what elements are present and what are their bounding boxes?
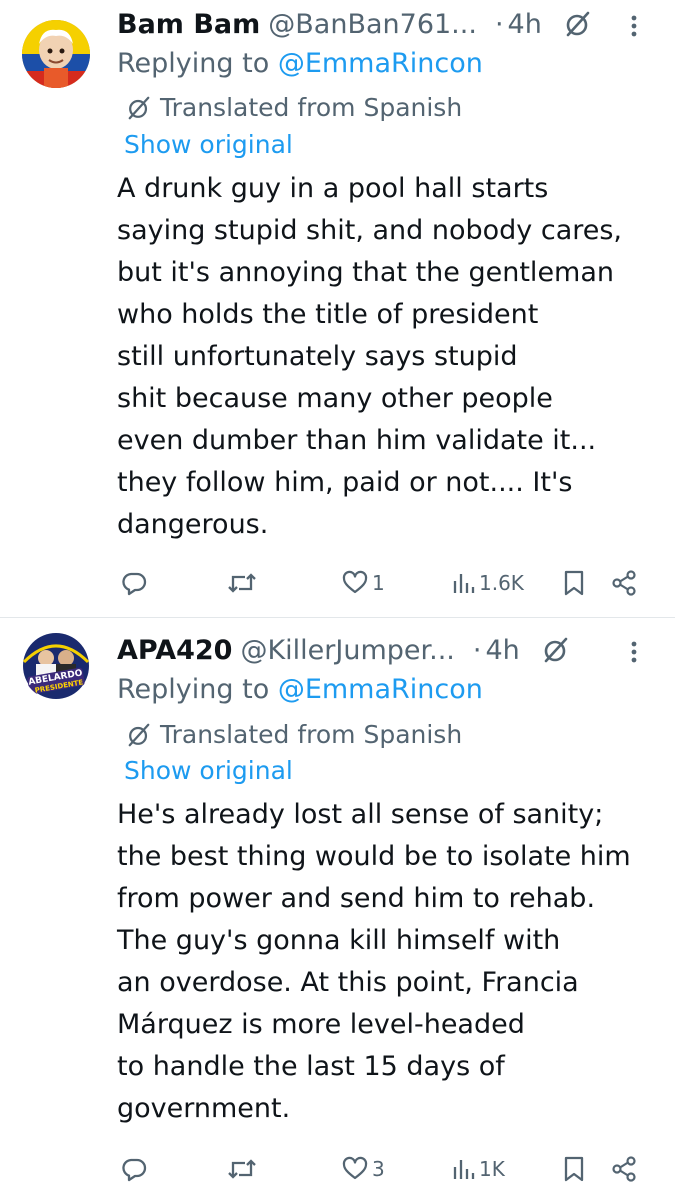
views-button[interactable]: 1K [452, 1149, 505, 1189]
translated-notice: Translated from Spanish [126, 93, 462, 122]
reply-button[interactable] [120, 1149, 148, 1189]
share-button[interactable] [610, 563, 638, 603]
grok-icon[interactable] [564, 10, 592, 38]
replying-prefix: Replying to [117, 674, 278, 705]
bookmark-button[interactable] [562, 1149, 586, 1189]
reply-icon [122, 572, 147, 596]
retweet-icon [228, 1159, 256, 1179]
retweet-icon [228, 573, 256, 593]
like-count: 3 [372, 1157, 385, 1181]
tweet-text-line: still unfortunately says stupid [117, 341, 518, 372]
timestamp[interactable]: 4h [508, 9, 542, 40]
tweet-header: Bam Bam @BanBan761... · 4h [117, 2, 592, 46]
separator-dot: · [494, 8, 504, 40]
tweet-text-line: shit because many other people [117, 383, 553, 414]
reply-icon [122, 1158, 147, 1182]
avatar[interactable]: ABELARDO PRESIDENTE [22, 632, 90, 700]
display-name[interactable]: APA420 [117, 635, 232, 666]
grok-icon[interactable] [542, 636, 570, 664]
reply-tweet[interactable]: ABELARDO PRESIDENTE APA420 @KillerJumper… [0, 618, 675, 1199]
tweet-text-line: A drunk guy in a pool hall starts [117, 173, 549, 204]
translated-label: Translated from Spanish [160, 720, 463, 749]
like-icon [342, 1156, 368, 1180]
retweet-button[interactable] [226, 563, 258, 603]
bookmark-button[interactable] [562, 563, 586, 603]
tweet-text-line: from power and send him to rehab. [117, 883, 596, 914]
action-bar: 1 1.6K [0, 563, 675, 603]
replying-to: Replying to @EmmaRincon [117, 674, 483, 705]
tweet-text-line: they follow him, paid or not.... It's [117, 467, 573, 498]
like-icon [342, 570, 368, 594]
tweet-text-line: the best thing would be to isolate him [117, 841, 631, 872]
tweet-text-line: He's already lost all sense of sanity; [117, 799, 604, 830]
tweet-text-line: but it's annoying that the gentleman [117, 257, 615, 288]
tweet-text-line: saying stupid shit, and nobody cares, [117, 215, 623, 246]
mention-link[interactable]: @EmmaRincon [278, 48, 483, 79]
reply-button[interactable] [120, 563, 148, 603]
retweet-button[interactable] [226, 1149, 258, 1189]
translated-notice: Translated from Spanish [126, 720, 462, 749]
action-bar: 3 1K [0, 1149, 675, 1189]
avatar[interactable] [22, 20, 90, 88]
user-handle[interactable]: @KillerJumper... [240, 635, 454, 666]
views-icon [453, 574, 475, 593]
bookmark-icon [564, 1156, 584, 1182]
view-count: 1.6K [479, 571, 524, 595]
show-original-link[interactable]: Show original [124, 756, 293, 785]
tweet-text-line: The guy's gonna kill himself with [117, 925, 561, 956]
more-icon[interactable] [624, 6, 644, 46]
show-original-link[interactable]: Show original [124, 130, 293, 159]
translate-icon [128, 96, 150, 119]
tweet-text-line: who holds the title of president [117, 299, 539, 330]
tweet-text: A drunk guy in a pool hall starts saying… [117, 168, 662, 546]
views-icon [453, 1160, 475, 1179]
translated-label: Translated from Spanish [160, 93, 463, 122]
share-button[interactable] [610, 1149, 638, 1189]
timestamp[interactable]: 4h [485, 635, 519, 666]
views-button[interactable]: 1.6K [452, 563, 524, 603]
replying-prefix: Replying to [117, 48, 278, 79]
tweet-text-line: government. [117, 1093, 291, 1124]
mention-link[interactable]: @EmmaRincon [278, 674, 483, 705]
tweet-text-line: Márquez is more level-headed [117, 1009, 525, 1040]
like-count: 1 [372, 571, 385, 595]
tweet-text-line: to handle the last 15 days of [117, 1051, 505, 1082]
like-button[interactable]: 3 [341, 1149, 385, 1189]
tweet-header: APA420 @KillerJumper... · 4h [117, 628, 570, 672]
replying-to: Replying to @EmmaRincon [117, 48, 483, 79]
display-name[interactable]: Bam Bam [117, 9, 260, 40]
user-handle[interactable]: @BanBan761... [268, 9, 477, 40]
bookmark-icon [564, 570, 584, 596]
more-icon[interactable] [624, 632, 644, 672]
reply-tweet[interactable]: Bam Bam @BanBan761... · 4h Replying to @… [0, 0, 675, 617]
view-count: 1K [479, 1157, 505, 1181]
tweet-text: He's already lost all sense of sanity; t… [117, 794, 662, 1130]
tweet-text-line: dangerous. [117, 509, 269, 540]
share-icon [612, 570, 636, 596]
separator-dot: · [472, 634, 482, 666]
tweet-text-line: even dumber than him validate it... [117, 425, 597, 456]
like-button[interactable]: 1 [341, 563, 385, 603]
share-icon [612, 1156, 636, 1182]
translate-icon [128, 723, 150, 746]
tweet-text-line: an overdose. At this point, Francia [117, 967, 579, 998]
